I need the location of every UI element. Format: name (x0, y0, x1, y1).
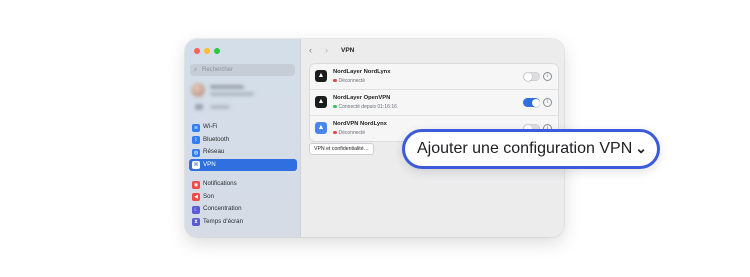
info-icon[interactable]: i (543, 98, 552, 107)
sidebar-item-label: VPN (203, 160, 216, 168)
vpn-status: Connecté depuis 01:16:16 (333, 104, 397, 110)
sidebar-item-label: Concentration (203, 205, 242, 212)
sidebar-item-label: Son (203, 192, 215, 200)
minimize-window-button[interactable] (204, 48, 210, 54)
close-window-button[interactable] (194, 48, 200, 54)
sidebar-item-wi-fi[interactable]: ≋ Wi-Fi (189, 121, 297, 134)
status-dot-icon (333, 78, 337, 82)
nordlayer-icon: ▲ (315, 70, 327, 82)
sidebar-item-r-seau[interactable]: ◍ Réseau (189, 146, 297, 159)
moon-icon: ☾ (192, 205, 200, 214)
vpn-status-text: Déconnecté (338, 78, 366, 84)
page-title: VPN (341, 47, 355, 54)
vpn-name: NordLayer NordLynx (333, 69, 391, 75)
sidebar-item-notifications[interactable]: ◉ Notifications (189, 178, 297, 191)
vpn-name: NordVPN NordLynx (333, 121, 387, 127)
window-controls (194, 48, 220, 54)
search-icon: ⌕ (194, 67, 198, 73)
sidebar: ⌕ Rechercher ≋ Wi-Fi ᛒ Bluetooth ◍ Réseau ⌘ VPN… (185, 39, 301, 237)
bell-icon: ◉ (192, 180, 200, 189)
sidebar-item-label: Réseau (203, 148, 225, 155)
toggle-knob (523, 72, 532, 81)
sidebar-item-temps-d-cran[interactable]: ⧗ Temps d'écran (189, 216, 297, 229)
forward-chevron-icon[interactable]: › (325, 45, 328, 55)
sidebar-item-label: Bluetooth (203, 135, 230, 143)
sidebar-item-bluetooth[interactable]: ᛒ Bluetooth (189, 134, 297, 147)
zoom-window-button[interactable] (214, 48, 220, 54)
search-placeholder: Rechercher (202, 67, 234, 73)
chevron-down-icon: ⌄ (635, 140, 647, 156)
status-dot-icon (333, 130, 337, 134)
add-vpn-configuration-label: Ajouter une configuration VPN (417, 140, 633, 157)
avatar (191, 83, 205, 97)
vpn-row[interactable]: ▲ NordLayer OpenVPN Connecté depuis 01:16:… (310, 89, 558, 115)
hourglass-icon: ⧗ (192, 218, 200, 226)
add-vpn-configuration-button[interactable]: Ajouter une configuration VPN ⌄ (402, 129, 660, 169)
sidebar-item-label: Temps d'écran (203, 217, 244, 225)
vpn-privacy-button[interactable]: VPN et confidentialité… (309, 143, 374, 155)
vpn-status: Déconnecté (333, 130, 365, 136)
toggle-knob (531, 98, 540, 107)
status-dot-icon (333, 104, 337, 108)
account-blurred[interactable] (191, 82, 295, 112)
vpn-status-text: Déconnecté (338, 130, 366, 136)
vpn-icon: ⌘ (192, 161, 200, 169)
sidebar-group-network: ≋ Wi-Fi ᛒ Bluetooth ◍ Réseau ⌘ VPN (189, 121, 297, 171)
vpn-toggle[interactable] (523, 72, 540, 81)
sidebar-item-son[interactable]: ◀ Son (189, 191, 297, 204)
back-chevron-icon[interactable]: ‹ (309, 45, 312, 55)
info-icon[interactable]: i (543, 72, 552, 81)
bluetooth-icon: ᛒ (192, 136, 200, 144)
wifi-icon: ≋ (192, 123, 200, 132)
sidebar-item-concentration[interactable]: ☾ Concentration (189, 203, 297, 216)
sidebar-item-vpn[interactable]: ⌘ VPN (189, 158, 297, 171)
sidebar-item-label: Wi-Fi (203, 123, 218, 130)
nordlayer-icon: ▲ (315, 96, 327, 108)
sidebar-group-system: ◉ Notifications ◀ Son ☾ Concentration ⧗ Temps d… (189, 178, 297, 228)
search-field[interactable]: ⌕ Rechercher (190, 64, 295, 76)
vpn-row[interactable]: ▲ NordLayer NordLynx Déconnecté i (310, 64, 558, 89)
globe-icon: ◍ (192, 148, 200, 157)
nordvpn-icon: ▲ (315, 122, 327, 134)
vpn-name: NordLayer OpenVPN (333, 95, 391, 101)
sidebar-item-label: Notifications (203, 180, 237, 187)
vpn-status-text: Connecté depuis 01:16:16 (338, 104, 397, 110)
vpn-toggle[interactable] (523, 98, 540, 107)
speaker-icon: ◀ (192, 193, 200, 201)
vpn-status: Déconnecté (333, 78, 365, 84)
